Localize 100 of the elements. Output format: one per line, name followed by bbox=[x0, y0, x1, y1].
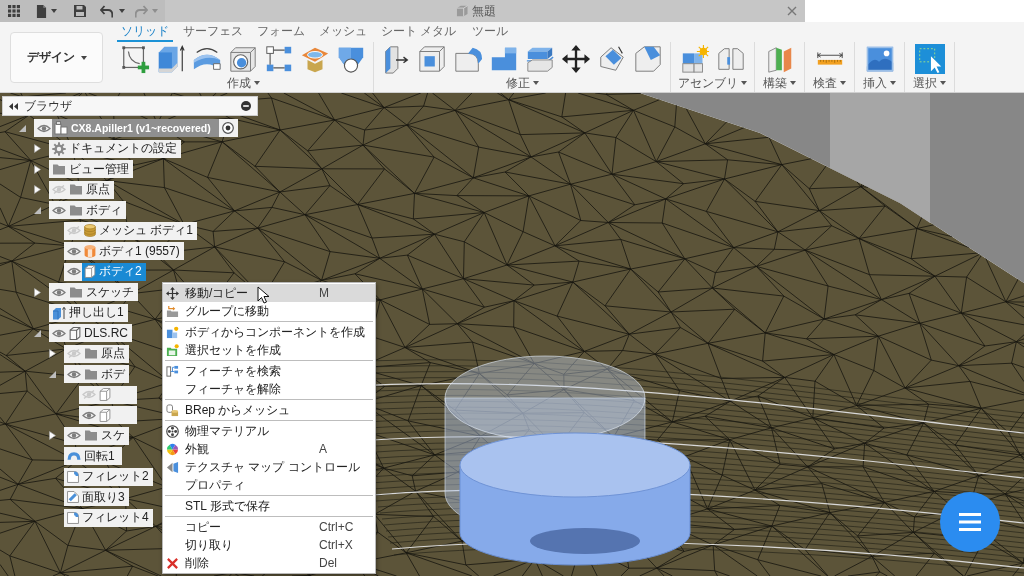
caret-down-icon[interactable] bbox=[19, 124, 26, 132]
caret-icon[interactable] bbox=[840, 81, 846, 85]
folder-star-icon bbox=[166, 343, 179, 357]
square-nodes-icon[interactable] bbox=[264, 43, 294, 74]
eye-icon[interactable] bbox=[37, 123, 51, 133]
tree-item[interactable]: ボディ1 (9557) bbox=[64, 242, 184, 260]
caret-icon[interactable] bbox=[253, 81, 260, 85]
eye-icon[interactable] bbox=[67, 246, 81, 256]
ribbon-tab[interactable]: ソリッド bbox=[117, 22, 173, 42]
caret-icon[interactable] bbox=[890, 81, 896, 85]
tree-item[interactable]: 面取り3 bbox=[64, 488, 129, 506]
group-menu-button[interactable]: 修正 bbox=[505, 75, 539, 91]
menu-item[interactable]: 移動/コピー M bbox=[163, 284, 375, 302]
tree-item[interactable]: 回転1 bbox=[64, 447, 122, 465]
ribbon-tab[interactable]: メッシュ bbox=[315, 22, 371, 42]
folder-icon bbox=[84, 368, 98, 380]
folder-arrow-icon bbox=[166, 304, 179, 318]
menu-item[interactable]: STL 形式で保存 bbox=[163, 497, 375, 515]
bevel-cube-icon[interactable] bbox=[633, 43, 663, 74]
tree-item[interactable]: DLS.RC bbox=[49, 324, 132, 342]
caret-down-icon[interactable] bbox=[49, 370, 56, 378]
caret-right-icon[interactable] bbox=[34, 164, 41, 174]
caret-right-icon[interactable] bbox=[34, 185, 41, 194]
eye-icon[interactable] bbox=[82, 410, 96, 420]
menu-item[interactable]: BRep からメッシュ bbox=[163, 401, 375, 419]
diagram-icon bbox=[166, 364, 179, 378]
move-icon[interactable] bbox=[561, 43, 591, 74]
double-arrow-icon[interactable] bbox=[9, 102, 18, 110]
menu-item[interactable]: 物理マテリアル bbox=[163, 422, 375, 440]
undo-icon[interactable] bbox=[100, 4, 113, 18]
menu-item[interactable]: ボディからコンポーネントを作成 bbox=[163, 323, 375, 341]
folder-icon bbox=[84, 348, 98, 359]
tree-item[interactable]: スケッチ bbox=[49, 283, 138, 301]
caret-icon[interactable] bbox=[532, 81, 539, 85]
caret-right-icon[interactable] bbox=[49, 349, 56, 358]
folder-icon bbox=[69, 204, 83, 216]
ribbon-tab[interactable]: シート メタル bbox=[377, 22, 461, 42]
menu-item[interactable]: テクスチャ マップ コントロール bbox=[163, 458, 375, 476]
cube-icon bbox=[99, 408, 111, 422]
group-menu-button[interactable]: 検査 bbox=[813, 75, 846, 91]
close-icon[interactable] bbox=[787, 6, 797, 16]
cube-star-icon[interactable] bbox=[679, 43, 710, 74]
rounded-corner-icon bbox=[67, 470, 79, 483]
menu-item[interactable]: 選択セットを作成 bbox=[163, 341, 375, 359]
tree-item[interactable] bbox=[79, 406, 137, 424]
menu-item[interactable]: フィーチャを解除 bbox=[163, 380, 375, 398]
radio-button-icon[interactable] bbox=[221, 122, 234, 134]
group-menu-button[interactable]: アセンブリ bbox=[678, 75, 747, 91]
caret-icon[interactable] bbox=[790, 81, 796, 85]
group-menu-button[interactable]: 作成 bbox=[226, 75, 260, 91]
minus-circle-icon[interactable] bbox=[241, 101, 251, 111]
caret-right-icon[interactable] bbox=[34, 287, 41, 297]
cube-icon bbox=[99, 388, 111, 401]
arch-icon bbox=[67, 451, 81, 461]
document-tab[interactable]: 無題 bbox=[165, 0, 805, 22]
cube-icon bbox=[456, 5, 468, 17]
tree-item[interactable]: ボディ bbox=[49, 201, 126, 219]
eye-icon[interactable] bbox=[67, 369, 81, 379]
menu-item[interactable]: フィーチャを検索 bbox=[163, 362, 375, 380]
group-menu-button[interactable]: 構築 bbox=[763, 75, 796, 91]
document-icon[interactable] bbox=[36, 4, 47, 18]
caret-icon[interactable] bbox=[741, 81, 747, 85]
menu-item[interactable]: コピー Ctrl+C bbox=[163, 518, 375, 536]
ribbon-tab[interactable]: ツール bbox=[466, 22, 515, 42]
cube-icon bbox=[84, 265, 96, 278]
apps-grid-icon[interactable] bbox=[8, 5, 20, 17]
box-arrow-icon[interactable] bbox=[156, 43, 186, 74]
caret-icon[interactable] bbox=[940, 81, 946, 85]
eye-icon[interactable] bbox=[67, 431, 81, 440]
menu-item[interactable]: 削除 Del bbox=[163, 554, 375, 572]
menu-item[interactable]: グループに移動 bbox=[163, 302, 375, 320]
selection-icon[interactable] bbox=[914, 43, 945, 74]
tree-item[interactable]: ボデ bbox=[64, 365, 129, 383]
panel-pair-icon bbox=[166, 460, 179, 474]
caret-right-icon[interactable] bbox=[34, 144, 41, 153]
tree-item[interactable]: ビュー管理 bbox=[49, 160, 133, 178]
eye-icon[interactable] bbox=[52, 287, 66, 297]
caret-down-icon[interactable] bbox=[34, 206, 41, 214]
menu-item[interactable]: 外観 A bbox=[163, 440, 375, 458]
eye-icon[interactable] bbox=[52, 328, 66, 338]
eye-icon[interactable] bbox=[52, 205, 66, 215]
eye-icon[interactable] bbox=[67, 267, 81, 276]
folder-icon bbox=[52, 163, 66, 175]
group-menu-button[interactable]: 選択 bbox=[913, 75, 946, 91]
shortcut-text: Ctrl+C bbox=[319, 520, 355, 534]
ribbon-tab[interactable]: サーフェス bbox=[179, 22, 247, 42]
caret-down-icon[interactable] bbox=[34, 329, 41, 337]
caret-icon[interactable] bbox=[119, 9, 125, 13]
menu-item[interactable]: プロパティ bbox=[163, 476, 375, 494]
caret-right-icon[interactable] bbox=[49, 431, 56, 440]
ribbon-tab[interactable]: フォーム bbox=[253, 22, 309, 42]
cube-recess-icon[interactable] bbox=[417, 43, 447, 74]
save-icon[interactable] bbox=[74, 5, 86, 17]
group-menu-button[interactable]: 挿入 bbox=[863, 75, 896, 91]
folder-icon bbox=[84, 430, 98, 441]
caret-icon[interactable] bbox=[80, 55, 87, 60]
workspace-button[interactable]: デザイン bbox=[10, 32, 103, 83]
menu-item[interactable]: 切り取り Ctrl+X bbox=[163, 536, 375, 554]
sketch-icon[interactable] bbox=[120, 43, 150, 74]
caret-icon[interactable] bbox=[51, 9, 57, 13]
